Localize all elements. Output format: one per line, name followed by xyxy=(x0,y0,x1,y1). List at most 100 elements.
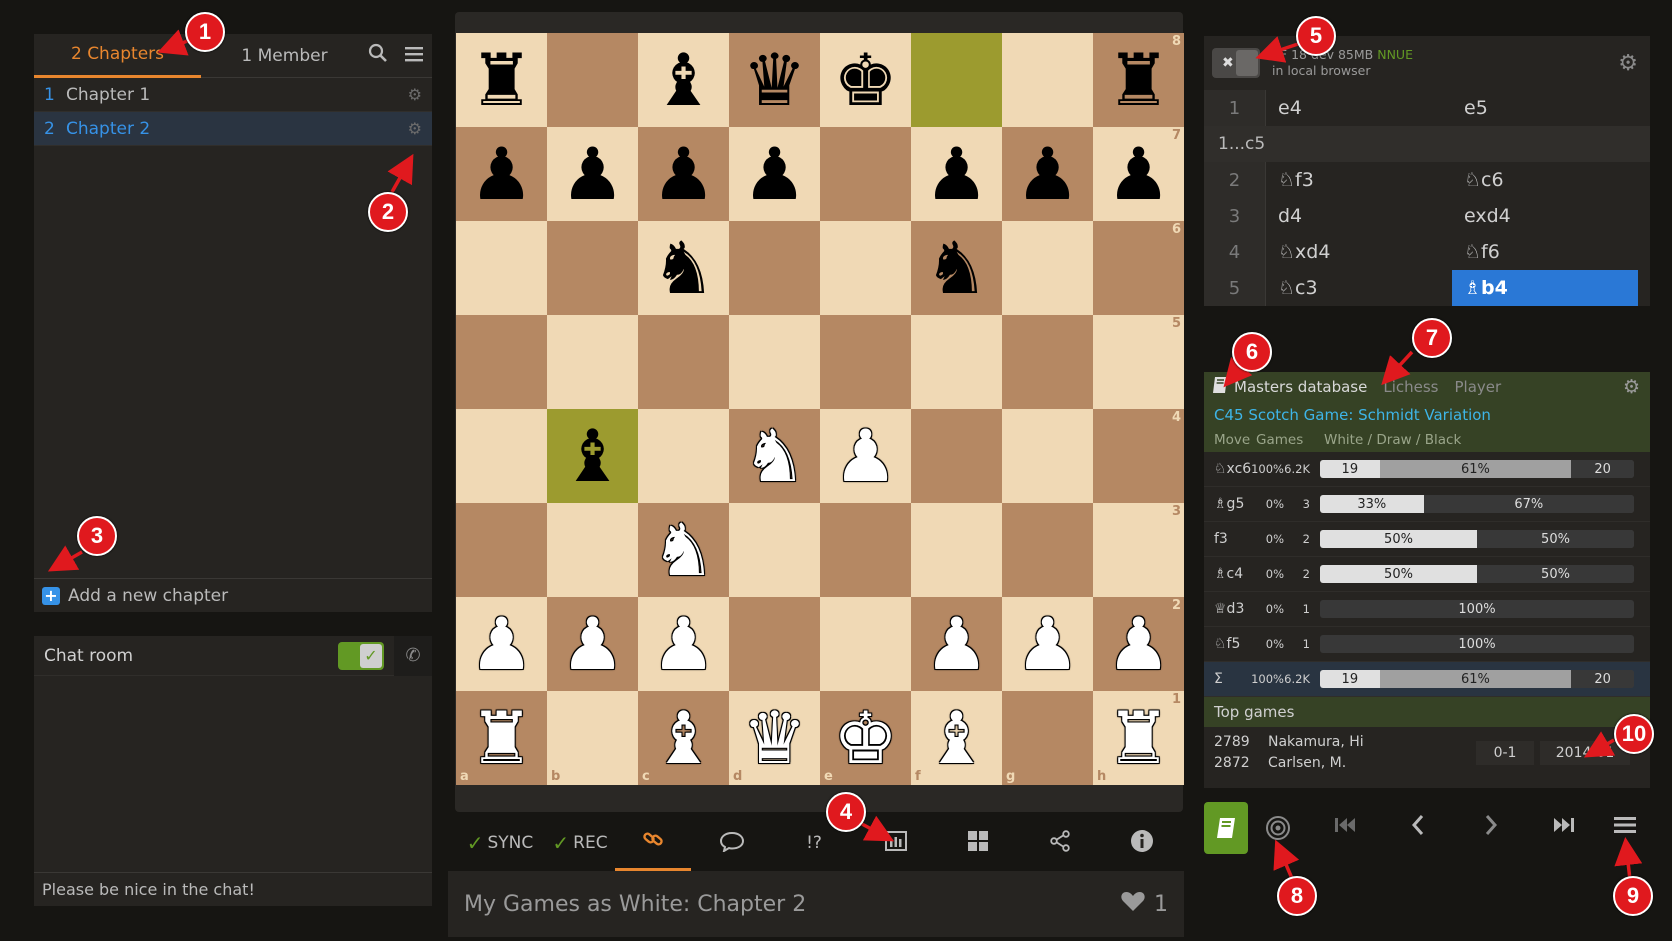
move-black[interactable]: ♘c6 xyxy=(1452,162,1638,198)
square-d8[interactable]: ♛ xyxy=(729,33,820,127)
square-f7[interactable]: ♟ xyxy=(911,127,1002,221)
engine-toggle[interactable]: ✖ xyxy=(1212,48,1260,78)
tab-player[interactable]: Player xyxy=(1455,378,1502,396)
square-a2[interactable]: ♟ xyxy=(456,597,547,691)
tab-comments[interactable] xyxy=(691,815,773,871)
square-c2[interactable]: ♟ xyxy=(638,597,729,691)
hamburger-menu-icon[interactable] xyxy=(404,45,424,67)
square-g2[interactable]: ♟ xyxy=(1002,597,1093,691)
first-move-button[interactable] xyxy=(1308,802,1381,854)
rec-button[interactable]: ✓ REC xyxy=(545,815,615,871)
black-pawn-piece[interactable]: ♟ xyxy=(1106,138,1171,210)
square-e3[interactable] xyxy=(820,503,911,597)
chapter-item-1[interactable]: 1 Chapter 1 ⚙ xyxy=(34,78,432,112)
move-white[interactable]: d4 xyxy=(1266,198,1452,234)
square-f6[interactable]: ♞ xyxy=(911,221,1002,315)
white-pawn-piece[interactable]: ♟ xyxy=(1106,608,1171,680)
add-chapter-button[interactable]: + Add a new chapter xyxy=(34,578,432,612)
chapter-item-2[interactable]: 2 Chapter 2 ⚙ xyxy=(34,112,432,146)
square-h8[interactable]: ♜ 8 xyxy=(1093,33,1184,127)
black-rook-piece[interactable]: ♜ xyxy=(1106,44,1171,116)
square-d4[interactable]: ♞ xyxy=(729,409,820,503)
square-f4[interactable] xyxy=(911,409,1002,503)
square-b2[interactable]: ♟ xyxy=(547,597,638,691)
move-white[interactable]: e4 xyxy=(1266,90,1452,126)
explorer-move-row[interactable]: ♗c4 0% 2 50% 50% xyxy=(1204,557,1650,592)
square-a6[interactable] xyxy=(456,221,547,315)
explorer-move-row[interactable]: ♗g5 0% 3 33% 67% xyxy=(1204,487,1650,522)
white-pawn-piece[interactable]: ♟ xyxy=(651,608,716,680)
square-h2[interactable]: ♟ 2 xyxy=(1093,597,1184,691)
square-e7[interactable] xyxy=(820,127,911,221)
square-b8[interactable] xyxy=(547,33,638,127)
square-a4[interactable] xyxy=(456,409,547,503)
black-pawn-piece[interactable]: ♟ xyxy=(651,138,716,210)
opening-explorer-button[interactable] xyxy=(1204,802,1248,854)
move-white[interactable]: ♘f3 xyxy=(1266,162,1452,198)
black-pawn-piece[interactable]: ♟ xyxy=(924,138,989,210)
white-pawn-piece[interactable]: ♟ xyxy=(924,608,989,680)
square-c5[interactable] xyxy=(638,315,729,409)
square-a5[interactable] xyxy=(456,315,547,409)
square-h3[interactable]: 3 xyxy=(1093,503,1184,597)
square-c3[interactable]: ♞ xyxy=(638,503,729,597)
square-g1[interactable]: g xyxy=(1002,691,1093,785)
square-e8[interactable]: ♚ xyxy=(820,33,911,127)
black-pawn-piece[interactable]: ♟ xyxy=(1015,138,1080,210)
white-bishop-piece[interactable]: ♝ xyxy=(924,702,989,774)
square-e2[interactable] xyxy=(820,597,911,691)
phone-icon[interactable]: ✆ xyxy=(394,635,432,676)
square-d6[interactable] xyxy=(729,221,820,315)
variation-line[interactable]: 1...c5 xyxy=(1204,126,1650,162)
tab-lichess[interactable]: Lichess xyxy=(1383,378,1438,396)
black-bishop-piece[interactable]: ♝ xyxy=(560,420,625,492)
square-c1[interactable]: ♝ c xyxy=(638,691,729,785)
next-move-button[interactable] xyxy=(1454,802,1527,854)
black-rook-piece[interactable]: ♜ xyxy=(469,44,534,116)
square-b6[interactable] xyxy=(547,221,638,315)
black-pawn-piece[interactable]: ♟ xyxy=(742,138,807,210)
explorer-move-row[interactable]: ♘f5 0% 1 100% xyxy=(1204,627,1650,662)
square-d1[interactable]: ♛ d xyxy=(729,691,820,785)
practice-button[interactable] xyxy=(1248,802,1308,854)
gear-icon[interactable]: ⚙ xyxy=(408,85,422,104)
square-b3[interactable] xyxy=(547,503,638,597)
square-b1[interactable]: b xyxy=(547,691,638,785)
move-black[interactable]: e5 xyxy=(1452,90,1638,126)
search-icon[interactable] xyxy=(368,43,388,68)
chess-board[interactable]: ♜ ♝ ♛ ♚ ♜ 8 ♟ ♟ ♟ ♟ ♟ ♟ ♟ 7 ♞ ♞ 6 5 ♝ ♞ ♟ 4 ♞ 3 ♟ ♟ ♟ ♟ ♟ ♟ 2 ♜ a b ♝ c ♛ d ♚ e… xyxy=(456,33,1184,785)
tab-share[interactable] xyxy=(1019,815,1101,871)
move-black-current[interactable]: ♗b4 xyxy=(1452,270,1638,306)
square-f1[interactable]: ♝ f xyxy=(911,691,1002,785)
gear-icon[interactable]: ⚙ xyxy=(408,119,422,138)
white-rook-piece[interactable]: ♜ xyxy=(1106,702,1171,774)
square-g8[interactable] xyxy=(1002,33,1093,127)
square-e4[interactable]: ♟ xyxy=(820,409,911,503)
square-b5[interactable] xyxy=(547,315,638,409)
tab-tags[interactable] xyxy=(615,815,691,871)
move-black[interactable]: ♘f6 xyxy=(1452,234,1638,270)
square-d7[interactable]: ♟ xyxy=(729,127,820,221)
square-c7[interactable]: ♟ xyxy=(638,127,729,221)
black-knight-piece[interactable]: ♞ xyxy=(651,232,716,304)
explorer-move-row[interactable]: ♕d3 0% 1 100% xyxy=(1204,592,1650,627)
square-g4[interactable] xyxy=(1002,409,1093,503)
black-queen-piece[interactable]: ♛ xyxy=(742,44,807,116)
prev-move-button[interactable] xyxy=(1381,802,1454,854)
square-h6[interactable]: 6 xyxy=(1093,221,1184,315)
square-g7[interactable]: ♟ xyxy=(1002,127,1093,221)
black-bishop-piece[interactable]: ♝ xyxy=(651,44,716,116)
square-a8[interactable]: ♜ xyxy=(456,33,547,127)
square-f3[interactable] xyxy=(911,503,1002,597)
white-pawn-piece[interactable]: ♟ xyxy=(1015,608,1080,680)
square-d2[interactable] xyxy=(729,597,820,691)
square-c6[interactable]: ♞ xyxy=(638,221,729,315)
like-button[interactable]: 1 xyxy=(1120,889,1168,919)
opening-name[interactable]: C45 Scotch Game: Schmidt Variation xyxy=(1204,402,1650,428)
white-rook-piece[interactable]: ♜ xyxy=(469,702,534,774)
white-knight-piece[interactable]: ♞ xyxy=(742,420,807,492)
tab-members[interactable]: 1 Member xyxy=(201,34,368,78)
square-h7[interactable]: ♟ 7 xyxy=(1093,127,1184,221)
square-e5[interactable] xyxy=(820,315,911,409)
white-pawn-piece[interactable]: ♟ xyxy=(560,608,625,680)
